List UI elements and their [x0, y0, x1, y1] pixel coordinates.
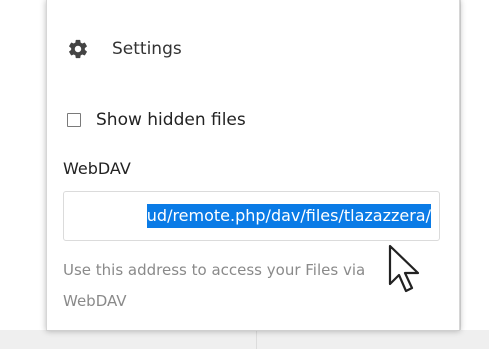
- show-hidden-files-checkbox[interactable]: [67, 113, 81, 127]
- settings-toggle[interactable]: Settings: [67, 31, 182, 67]
- background-right-column: [460, 0, 489, 330]
- webdav-label: WebDAV: [63, 159, 131, 178]
- background-separator: [256, 330, 257, 349]
- webdav-hint: Use this address to access your Files vi…: [63, 261, 366, 310]
- background-left: [0, 0, 7, 349]
- webdav-url-selected-text[interactable]: ud/remote.php/dav/files/tlazazzera/: [146, 204, 431, 228]
- webdav-url-input[interactable]: ud/remote.php/dav/files/tlazazzera/: [63, 191, 440, 241]
- gear-icon: [69, 39, 87, 59]
- show-hidden-files-option[interactable]: Show hidden files: [67, 108, 246, 132]
- mouse-cursor-icon: [388, 244, 420, 293]
- show-hidden-files-label[interactable]: Show hidden files: [96, 110, 246, 130]
- settings-label: Settings: [112, 39, 182, 59]
- background-bottom: [0, 330, 489, 349]
